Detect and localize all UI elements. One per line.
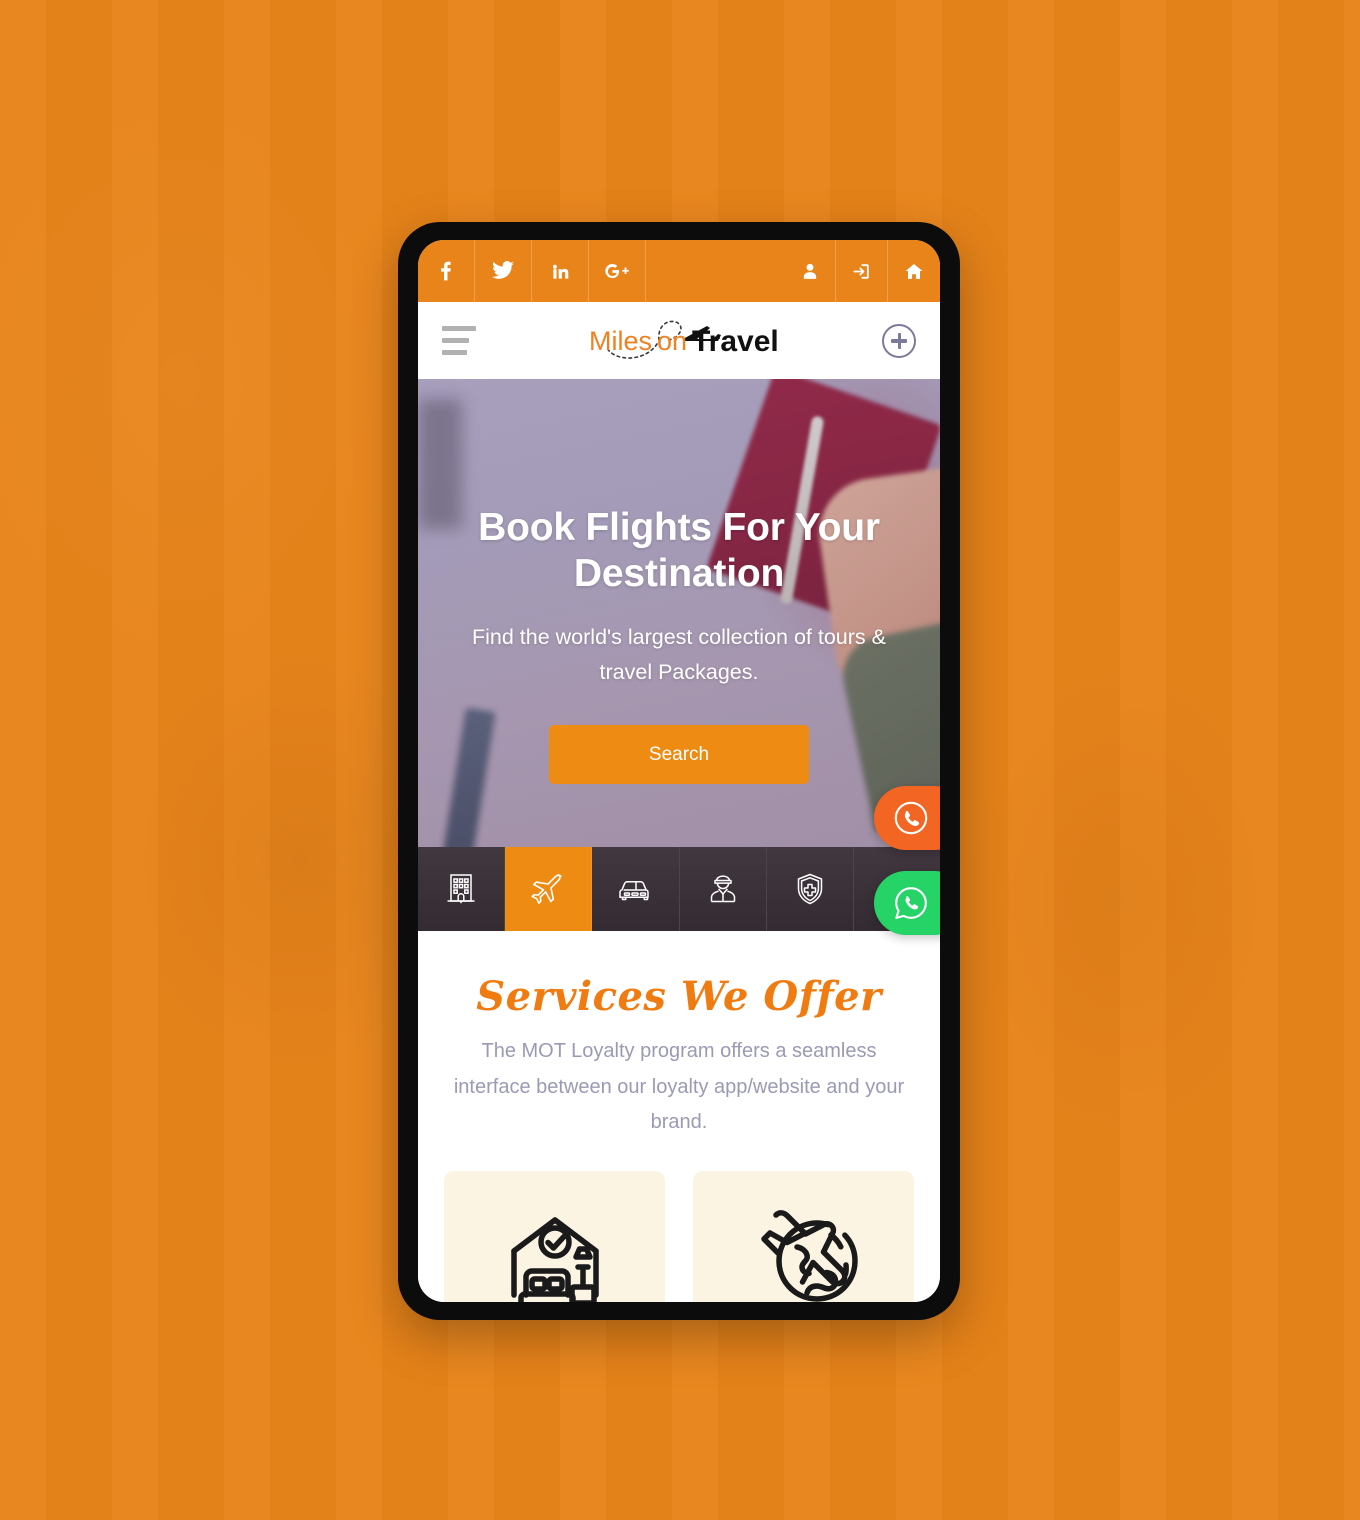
facebook-icon: [436, 261, 456, 281]
services-section: Services We Offer The MOT Loyalty progra…: [418, 931, 940, 1302]
flight-globe-icon: [745, 1195, 863, 1302]
flight-icon: [527, 868, 569, 910]
insurance-shield-icon: [790, 869, 830, 909]
social-bar-spacer: [646, 240, 784, 302]
whatsapp-icon: [892, 884, 930, 922]
phone-device-frame: Miles on Travel Book Flights For Your De…: [398, 222, 960, 1320]
add-icon[interactable]: [882, 323, 916, 358]
svg-text:Miles: Miles: [589, 326, 652, 356]
hero-banner: Book Flights For Your Destination Find t…: [418, 379, 940, 847]
tab-chauffeur[interactable]: [679, 847, 767, 931]
site-logo[interactable]: Miles on Travel: [579, 310, 779, 372]
social-link-google-plus[interactable]: [589, 240, 646, 302]
hero-content: Book Flights For Your Destination Find t…: [418, 379, 940, 847]
hero-subtitle: Find the world's largest collection of t…: [472, 625, 886, 684]
category-tab-strip: [418, 847, 940, 931]
linkedin-icon: [551, 262, 570, 281]
svg-text:on: on: [657, 326, 687, 356]
app-header: Miles on Travel: [418, 302, 940, 379]
services-title: Services We Offer: [476, 973, 882, 1020]
google-plus-icon: [604, 262, 631, 281]
account-actions-group: [784, 240, 940, 302]
account-link-home[interactable]: [888, 240, 940, 302]
menu-line-2: [442, 338, 469, 343]
phone-screen: Miles on Travel Book Flights For Your De…: [418, 240, 940, 1302]
menu-line-1: [442, 326, 476, 331]
services-description: The MOT Loyalty program offers a seamles…: [453, 1040, 905, 1134]
social-link-twitter[interactable]: [475, 240, 532, 302]
whatsapp-fab-button[interactable]: [874, 871, 940, 935]
account-link-sign-in[interactable]: [836, 240, 888, 302]
social-link-linkedin[interactable]: [532, 240, 589, 302]
tab-insurance[interactable]: [766, 847, 854, 931]
service-cards: [444, 1170, 914, 1302]
social-bar: [418, 240, 940, 302]
hotel-booking-icon: [496, 1195, 614, 1302]
tab-hotels[interactable]: [418, 847, 506, 931]
car-rental-icon: [614, 868, 656, 910]
tab-car-rental[interactable]: [592, 847, 680, 931]
search-button[interactable]: Search: [549, 725, 809, 785]
social-link-facebook[interactable]: [418, 240, 475, 302]
service-card-hotel-booking[interactable]: [444, 1170, 665, 1302]
hotel-icon: [441, 869, 481, 909]
user-icon: [801, 262, 819, 281]
account-link-user[interactable]: [784, 240, 836, 302]
tab-flights[interactable]: [505, 847, 593, 931]
svg-text:Travel: Travel: [692, 325, 779, 358]
chauffeur-icon: [702, 868, 744, 910]
menu-icon[interactable]: [442, 326, 476, 355]
phone-icon: [892, 799, 930, 837]
home-icon: [904, 262, 924, 281]
service-card-flight-booking[interactable]: [693, 1170, 914, 1302]
menu-line-3: [442, 350, 467, 355]
hero-title: Book Flights For Your Destination: [478, 506, 880, 595]
page-backdrop: Miles on Travel Book Flights For Your De…: [0, 0, 1360, 1520]
twitter-icon: [492, 261, 514, 281]
sign-in-icon: [851, 262, 872, 281]
call-fab-button[interactable]: [874, 786, 940, 850]
